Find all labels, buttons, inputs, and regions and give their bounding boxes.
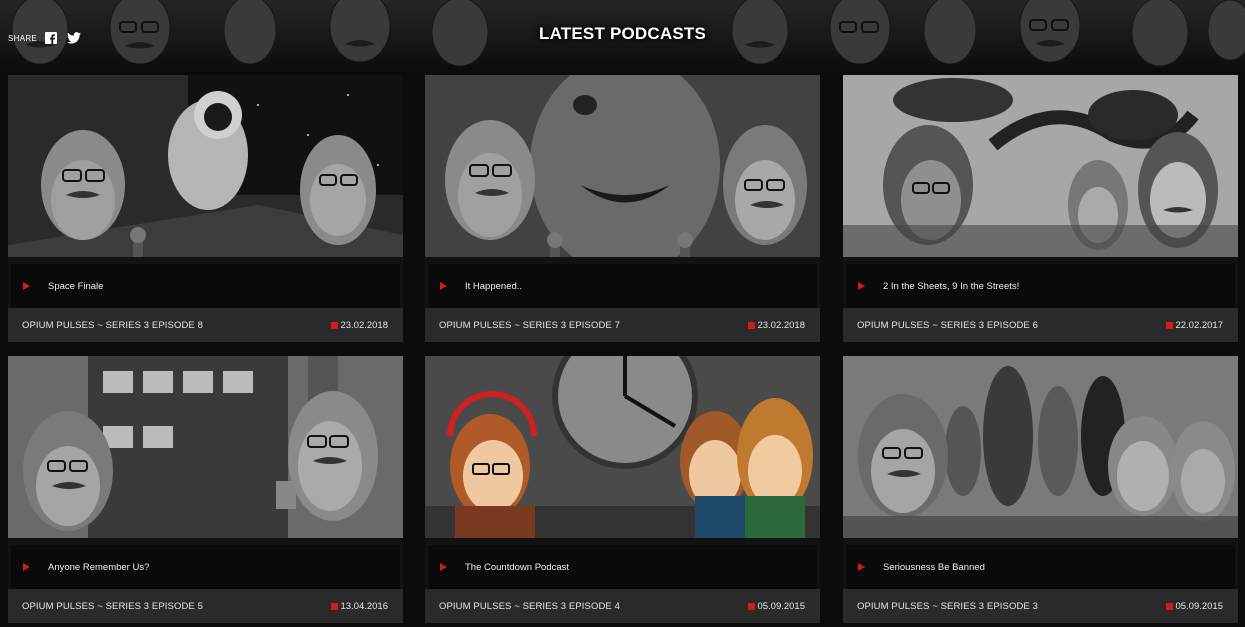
podcast-card: Anyone Remember Us? OPIUM PULSES ~ SERIE… bbox=[8, 356, 403, 623]
calendar-icon bbox=[331, 602, 339, 610]
episode-series: OPIUM PULSES ~ SERIES 3 EPISODE 5 bbox=[22, 600, 203, 612]
episode-meta: OPIUM PULSES ~ SERIES 3 EPISODE 6 22.02.… bbox=[843, 308, 1238, 342]
episode-series: OPIUM PULSES ~ SERIES 3 EPISODE 7 bbox=[439, 319, 620, 331]
episode-date-wrap: 23.02.2018 bbox=[748, 320, 805, 331]
episode-meta: OPIUM PULSES ~ SERIES 3 EPISODE 3 05.09.… bbox=[843, 589, 1238, 623]
episode-date: 13.04.2016 bbox=[340, 600, 388, 612]
calendar-icon bbox=[748, 321, 756, 329]
play-icon[interactable] bbox=[23, 282, 30, 290]
episode-title[interactable]: Seriousness Be Banned bbox=[883, 562, 985, 573]
header-banner: SHARE LATEST PODCASTS bbox=[0, 0, 1245, 75]
play-icon[interactable] bbox=[440, 282, 447, 290]
episode-title-bar[interactable]: Space Finale bbox=[11, 264, 400, 308]
calendar-icon bbox=[1166, 602, 1174, 610]
episode-date: 05.09.2015 bbox=[1175, 600, 1223, 612]
episode-date: 23.02.2018 bbox=[340, 319, 388, 331]
episode-date-wrap: 05.09.2015 bbox=[748, 601, 805, 612]
calendar-icon bbox=[331, 321, 339, 329]
episode-title[interactable]: 2 In the Sheets, 9 In the Streets! bbox=[883, 281, 1019, 292]
episode-date: 05.09.2015 bbox=[757, 600, 805, 612]
episode-thumbnail[interactable] bbox=[843, 356, 1238, 538]
episode-title-bar[interactable]: The Countdown Podcast bbox=[428, 545, 817, 589]
episode-thumbnail[interactable] bbox=[425, 356, 820, 538]
episode-date-wrap: 22.02.2017 bbox=[1166, 320, 1223, 331]
episode-thumbnail[interactable] bbox=[8, 75, 403, 257]
calendar-icon bbox=[1166, 321, 1174, 329]
episode-title-bar[interactable]: 2 In the Sheets, 9 In the Streets! bbox=[846, 264, 1235, 308]
episode-series: OPIUM PULSES ~ SERIES 3 EPISODE 4 bbox=[439, 600, 620, 612]
page-title: LATEST PODCASTS bbox=[538, 24, 707, 43]
podcast-page: SHARE LATEST PODCASTS Space Finale OPIUM… bbox=[0, 0, 1245, 627]
play-icon[interactable] bbox=[440, 563, 447, 571]
episode-title-bar[interactable]: Anyone Remember Us? bbox=[11, 545, 400, 589]
episode-meta: OPIUM PULSES ~ SERIES 3 EPISODE 4 05.09.… bbox=[425, 589, 820, 623]
episode-title-bar[interactable]: Seriousness Be Banned bbox=[846, 545, 1235, 589]
calendar-icon bbox=[748, 602, 756, 610]
podcast-card: Seriousness Be Banned OPIUM PULSES ~ SER… bbox=[843, 356, 1238, 623]
play-icon[interactable] bbox=[858, 282, 865, 290]
episode-title[interactable]: Space Finale bbox=[48, 281, 103, 292]
episode-title[interactable]: Anyone Remember Us? bbox=[48, 562, 149, 573]
episode-meta: OPIUM PULSES ~ SERIES 3 EPISODE 7 23.02.… bbox=[425, 308, 820, 342]
play-icon[interactable] bbox=[23, 563, 30, 571]
episode-series: OPIUM PULSES ~ SERIES 3 EPISODE 3 bbox=[857, 600, 1038, 612]
episode-meta: OPIUM PULSES ~ SERIES 3 EPISODE 5 13.04.… bbox=[8, 589, 403, 623]
episode-thumbnail[interactable] bbox=[843, 75, 1238, 257]
episode-date: 23.02.2018 bbox=[757, 319, 805, 331]
podcast-card: It Happened.. OPIUM PULSES ~ SERIES 3 EP… bbox=[425, 75, 820, 342]
episode-date-wrap: 23.02.2018 bbox=[331, 320, 388, 331]
episode-title[interactable]: The Countdown Podcast bbox=[465, 562, 569, 573]
podcast-card: Space Finale OPIUM PULSES ~ SERIES 3 EPI… bbox=[8, 75, 403, 342]
episode-meta: OPIUM PULSES ~ SERIES 3 EPISODE 8 23.02.… bbox=[8, 308, 403, 342]
play-icon[interactable] bbox=[858, 563, 865, 571]
episode-series: OPIUM PULSES ~ SERIES 3 EPISODE 8 bbox=[22, 319, 203, 331]
episode-date: 22.02.2017 bbox=[1175, 319, 1223, 331]
episode-thumbnail[interactable] bbox=[8, 356, 403, 538]
episode-date-wrap: 13.04.2016 bbox=[331, 601, 388, 612]
episode-series: OPIUM PULSES ~ SERIES 3 EPISODE 6 bbox=[857, 319, 1038, 331]
episode-date-wrap: 05.09.2015 bbox=[1166, 601, 1223, 612]
podcast-card: 2 In the Sheets, 9 In the Streets! OPIUM… bbox=[843, 75, 1238, 342]
podcast-card: The Countdown Podcast OPIUM PULSES ~ SER… bbox=[425, 356, 820, 623]
episode-title-bar[interactable]: It Happened.. bbox=[428, 264, 817, 308]
episode-title[interactable]: It Happened.. bbox=[465, 281, 522, 292]
episode-thumbnail[interactable] bbox=[425, 75, 820, 257]
